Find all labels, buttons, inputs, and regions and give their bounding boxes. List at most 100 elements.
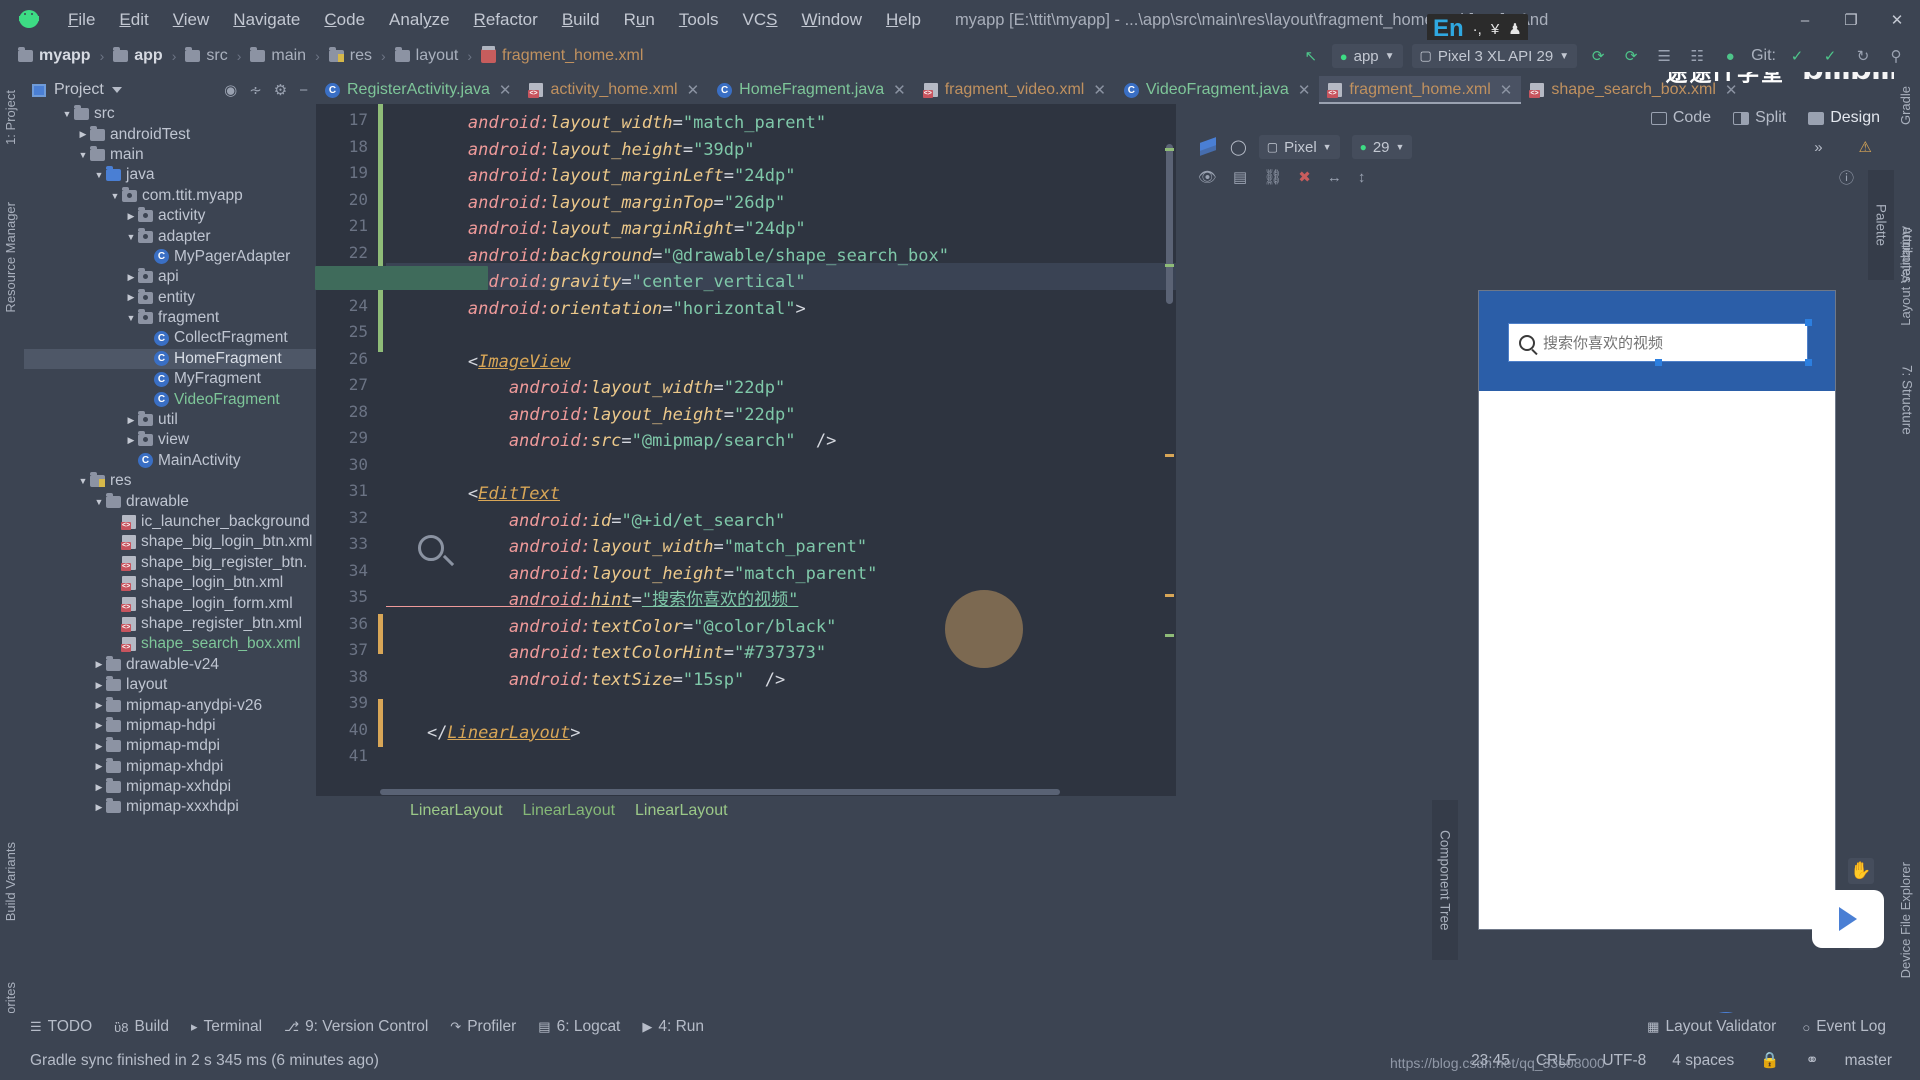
- preview-search-box[interactable]: 搜索你喜欢的视频: [1508, 323, 1808, 362]
- chevron-down-icon[interactable]: ▼: [124, 313, 138, 323]
- selection-handle-tr[interactable]: [1805, 319, 1812, 326]
- tree-node-ic-launcher-background[interactable]: ic_launcher_background: [24, 512, 316, 532]
- chevron-down-icon[interactable]: ▼: [92, 170, 106, 180]
- chevron-right-icon[interactable]: ▶: [92, 782, 106, 793]
- tree-node-main[interactable]: ▼ main: [24, 145, 316, 165]
- tree-node-fragment[interactable]: ▼ fragment: [24, 308, 316, 328]
- tree-node-src[interactable]: ▼ src: [24, 104, 316, 124]
- sidebar-item-build-variants[interactable]: Build Variants: [3, 842, 18, 921]
- tool-button-9--version-control[interactable]: ⎇ 9: Version Control: [284, 1018, 428, 1036]
- chevron-right-icon[interactable]: ▶: [76, 129, 90, 140]
- tree-node-shape-big-register-btn-[interactable]: shape_big_register_btn.: [24, 553, 316, 573]
- menu-item-run[interactable]: Run: [612, 6, 667, 34]
- tree-node-shape-register-btn-xml[interactable]: shape_register_btn.xml: [24, 614, 316, 634]
- close-tab-icon[interactable]: ✕: [687, 81, 700, 99]
- editor-tab-registeractivity-java[interactable]: C RegisterActivity.java ✕: [316, 76, 520, 104]
- editor-tab-videofragment-java[interactable]: C VideoFragment.java ✕: [1115, 76, 1319, 104]
- editor-gutter[interactable]: 1718192021222324252627282930313233343536…: [316, 104, 378, 796]
- menu-item-help[interactable]: Help: [874, 6, 933, 34]
- close-tab-icon[interactable]: ✕: [499, 81, 512, 99]
- tool-button-todo[interactable]: ☰ TODO: [30, 1018, 92, 1036]
- code-line[interactable]: android:layout_marginRight="24dp": [386, 216, 806, 243]
- git-commit-icon[interactable]: ✓: [1818, 44, 1842, 68]
- tree-node-adapter[interactable]: ▼ adapter: [24, 226, 316, 246]
- chevron-right-icon[interactable]: ▶: [124, 211, 138, 222]
- chevron-down-icon[interactable]: ▼: [108, 191, 122, 201]
- tree-node-mipmap-xxxhdpi[interactable]: ▶ mipmap-xxxhdpi: [24, 797, 316, 817]
- lock-icon[interactable]: 🔒: [1760, 1051, 1779, 1070]
- breadcrumb-item-app[interactable]: app: [109, 45, 166, 67]
- close-tab-icon[interactable]: ✕: [1298, 81, 1311, 99]
- editor-code-area[interactable]: android:layout_width="match_parent" andr…: [386, 104, 1176, 796]
- gradle-sync-icon[interactable]: ↖: [1299, 44, 1323, 68]
- chevron-right-icon[interactable]: ▶: [92, 802, 106, 813]
- tree-node-shape-big-login-btn-xml[interactable]: shape_big_login_btn.xml: [24, 532, 316, 552]
- chevron-down-icon[interactable]: ▼: [60, 109, 74, 119]
- sdk-manager-icon[interactable]: ☷: [1685, 44, 1709, 68]
- editor-horizontal-scrollbar[interactable]: [380, 789, 1060, 795]
- tree-node-api[interactable]: ▶ api: [24, 267, 316, 287]
- tree-node-androidtest[interactable]: ▶ androidTest: [24, 124, 316, 144]
- breadcrumb-item-main[interactable]: main: [246, 45, 310, 67]
- tree-node-homefragment[interactable]: C HomeFragment: [24, 348, 316, 370]
- warning-icon[interactable]: ⚠: [1859, 138, 1878, 156]
- avd-manager-icon[interactable]: ☰: [1652, 44, 1676, 68]
- chevron-right-icon[interactable]: ▶: [92, 761, 106, 772]
- selection-handle-bc[interactable]: [1655, 359, 1662, 366]
- editor-vertical-scrollbar[interactable]: [1162, 104, 1176, 796]
- tool-button-layout-validator[interactable]: ▦ Layout Validator: [1647, 1018, 1776, 1036]
- code-line[interactable]: android:id="@+id/et_search": [386, 508, 785, 535]
- selection-handle-br[interactable]: [1805, 359, 1812, 366]
- tree-node-shape-login-btn-xml[interactable]: shape_login_btn.xml: [24, 573, 316, 593]
- code-editor[interactable]: 1718192021222324252627282930313233343536…: [316, 104, 1176, 796]
- expand-horizontal-icon[interactable]: ↔: [1327, 169, 1342, 186]
- device-selector[interactable]: ▢ Pixel 3 XL API 29 ▼: [1411, 44, 1578, 68]
- component-tree-strip[interactable]: Component Tree: [1432, 800, 1458, 960]
- ime-currency-icon[interactable]: ¥: [1491, 21, 1499, 38]
- menu-item-file[interactable]: File: [56, 6, 107, 34]
- chevron-right-icon[interactable]: ▶: [124, 435, 138, 446]
- code-line[interactable]: android:hint="搜索你喜欢的视频": [386, 587, 799, 614]
- tool-button-event-log[interactable]: ○ Event Log: [1802, 1018, 1886, 1036]
- collapse-all-icon[interactable]: ∻: [249, 81, 262, 99]
- menu-item-code[interactable]: Code: [312, 6, 377, 34]
- close-tab-icon[interactable]: ✕: [1725, 81, 1738, 99]
- device-preview-canvas[interactable]: 搜索你喜欢的视频: [1478, 290, 1836, 930]
- mode-design-button[interactable]: Design: [1804, 107, 1884, 129]
- code-line[interactable]: android:layout_width="match_parent": [386, 110, 826, 137]
- tree-node-res[interactable]: ▼ res: [24, 471, 316, 491]
- git-update-icon[interactable]: ✓: [1785, 44, 1809, 68]
- editor-tab-activity-home-xml[interactable]: activity_home.xml ✕: [520, 76, 708, 104]
- status-branch[interactable]: master: [1845, 1052, 1892, 1070]
- menu-item-build[interactable]: Build: [550, 6, 612, 34]
- code-line[interactable]: android:layout_width="22dp": [386, 375, 785, 402]
- pan-icon[interactable]: ✋: [1848, 858, 1874, 884]
- code-line[interactable]: android:layout_height="39dp": [386, 137, 755, 164]
- breadcrumb-item-fragment-home-xml[interactable]: fragment_home.xml: [477, 45, 647, 67]
- code-line[interactable]: android:src="@mipmap/search" />: [386, 428, 837, 455]
- menu-item-edit[interactable]: Edit: [107, 6, 160, 34]
- gear-icon[interactable]: ⚙: [274, 81, 287, 99]
- maximize-button[interactable]: ❐: [1828, 0, 1874, 40]
- menu-item-vcs[interactable]: VCS: [731, 6, 790, 34]
- tool-button-terminal[interactable]: ▸ Terminal: [191, 1018, 262, 1036]
- tree-node-drawable-v24[interactable]: ▶ drawable-v24: [24, 655, 316, 675]
- chevron-down-icon[interactable]: ▼: [124, 232, 138, 242]
- code-line[interactable]: android:layout_marginLeft="24dp": [386, 163, 796, 190]
- sidebar-item-gradle[interactable]: Gradle: [1898, 86, 1913, 125]
- xml-breadcrumb-2[interactable]: LinearLayout: [625, 800, 738, 822]
- tree-node-mipmap-anydpi-v26[interactable]: ▶ mipmap-anydpi-v26: [24, 695, 316, 715]
- tree-node-mipmap-xxhdpi[interactable]: ▶ mipmap-xxhdpi: [24, 777, 316, 797]
- close-tab-icon[interactable]: ✕: [1093, 81, 1106, 99]
- breadcrumb-item-src[interactable]: src: [181, 45, 231, 67]
- chevron-down-icon[interactable]: [111, 87, 122, 93]
- xml-breadcrumb-0[interactable]: LinearLayout: [400, 800, 513, 822]
- structure-strip[interactable]: 7: Structure: [1894, 330, 1920, 470]
- ime-punctuation-icon[interactable]: ·,: [1473, 21, 1482, 38]
- tree-node-java[interactable]: ▼ java: [24, 165, 316, 185]
- blueprint-icon[interactable]: ▤: [1233, 168, 1247, 186]
- menu-item-view[interactable]: View: [161, 6, 222, 34]
- expand-vertical-icon[interactable]: ↕: [1358, 169, 1366, 186]
- sidebar-item-device-file-explorer[interactable]: Device File Explorer: [1898, 862, 1913, 978]
- tree-node-mipmap-xhdpi[interactable]: ▶ mipmap-xhdpi: [24, 757, 316, 777]
